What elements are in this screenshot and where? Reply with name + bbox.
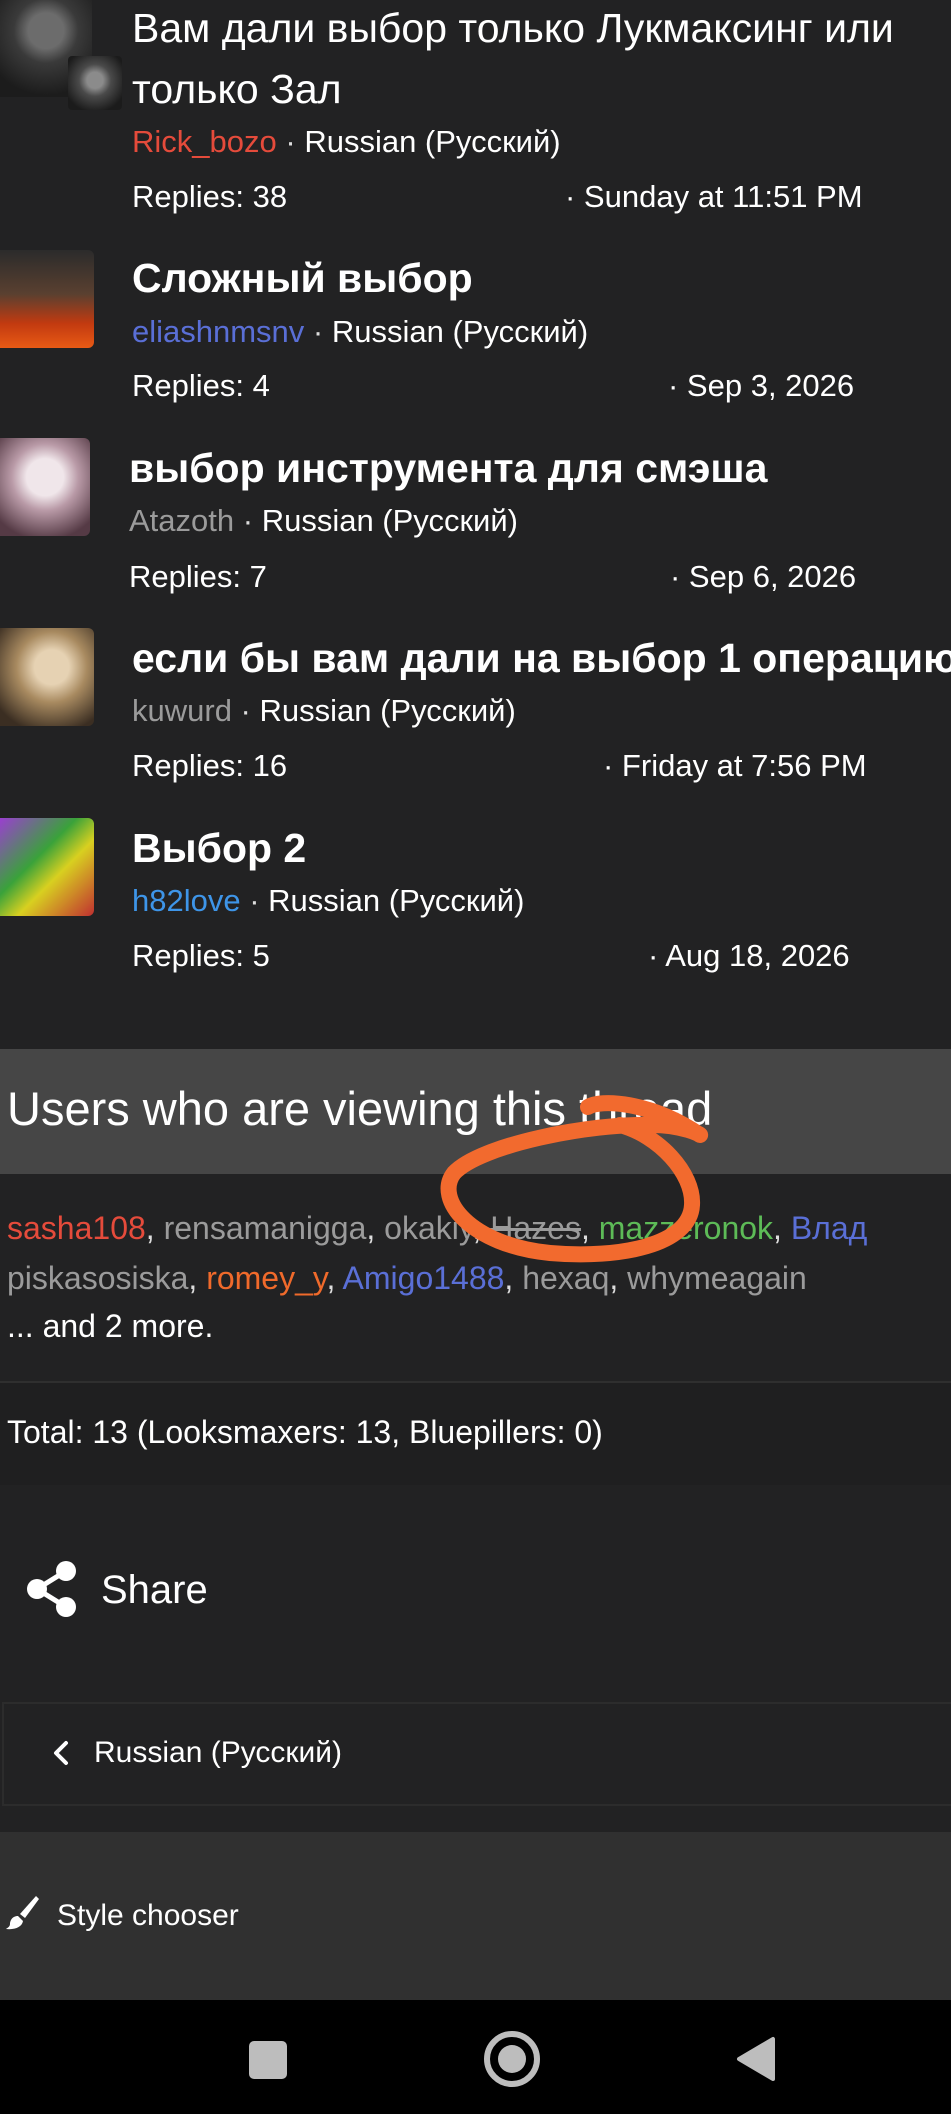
viewer-link[interactable]: whymeagain [627,1260,807,1296]
share-icon[interactable] [26,1560,78,1618]
viewers-block-header: Users who are viewing this thread [0,1049,951,1174]
viewers-line: sasha108, rensamanigga, okakiy, Hazes, m… [7,1210,868,1246]
thread-forum[interactable]: Russian (Русский) [260,693,516,728]
thread-title[interactable]: Вам дали выбор только Лукмаксинг или тол… [132,2,894,115]
thread-author[interactable]: Atazoth [129,503,234,538]
thread-replies: Replies: 38 [132,179,288,214]
thread-replies: Replies: 5 [132,938,270,973]
thread-last-post-date[interactable]: · Sep 6, 2026 [670,557,856,597]
viewers-list: sasha108, rensamanigga, okakiy, Hazes, m… [0,1174,951,1383]
thread-last-post-date[interactable]: · Sunday at 11:51 PM [565,177,863,217]
thread-item[interactable]: Вам дали выбор только Лукмаксинг или тол… [0,0,951,230]
thread-replies: Replies: 4 [132,368,270,403]
thread-author[interactable]: kuwurd [132,693,232,728]
thread-author[interactable]: Rick_bozo [132,124,277,159]
thread-replies: Replies: 16 [132,748,288,783]
viewer-link[interactable]: sasha108 [7,1210,146,1246]
avatar[interactable] [0,250,94,348]
thread-forum[interactable]: Russian (Русский) [332,314,588,349]
style-chooser-button[interactable]: Style chooser [57,1895,239,1937]
viewers-total: Total: 13 (Looksmaxers: 13, Bluepillers:… [0,1383,951,1485]
style-chooser[interactable]: Style chooser [0,1832,951,2000]
breadcrumb[interactable]: Russian (Русский) [2,1702,951,1806]
thread-last-post-date[interactable]: · Sep 3, 2026 [668,366,854,406]
triangle-back-icon[interactable] [733,2035,777,2083]
share-row[interactable]: Share [0,1485,951,1702]
thread-item[interactable]: если бы вам дали на выбор 1 операцию kuw… [0,610,951,800]
system-nav-bar [0,2000,951,2114]
thread-author[interactable]: eliashnmsnv [132,314,304,349]
square-recents-icon[interactable] [247,2039,289,2081]
viewer-link[interactable]: Amigo1488 [343,1260,505,1296]
viewers-more[interactable]: ... and 2 more. [7,1304,213,1348]
avatar[interactable] [68,56,122,110]
thread-replies: Replies: 7 [129,559,267,594]
thread-last-post-date[interactable]: · Aug 18, 2026 [648,936,850,976]
viewers-total-text: Total: 13 (Looksmaxers: 13, Bluepillers:… [7,1414,603,1450]
circle-home-icon[interactable] [483,2030,541,2088]
avatar[interactable] [0,438,90,536]
chevron-left-icon[interactable] [46,1735,76,1771]
viewer-link[interactable]: Влад [791,1210,867,1246]
viewer-link[interactable]: okakiy [384,1210,472,1246]
thread-title[interactable]: Выбор 2 [132,822,306,874]
thread-last-post-date[interactable]: · Friday at 7:56 PM [603,746,867,786]
viewer-link[interactable]: piskasosiska [7,1260,188,1296]
thread-item[interactable]: Сложный выбор eliashnmsnv · Russian (Рус… [0,230,951,420]
viewer-link[interactable]: Hazes [490,1210,581,1246]
thread-forum[interactable]: Russian (Русский) [268,883,524,918]
viewers-line: piskasosiska, romey_y, Amigo1488, hexaq,… [7,1260,807,1296]
viewer-link[interactable]: mazzeronok [599,1210,773,1246]
thread-title-line[interactable]: Вам дали выбор только Лукмаксинг или [132,2,894,54]
breadcrumb-link[interactable]: Russian (Русский) [94,1732,342,1774]
brush-icon [6,1896,39,1930]
viewers-heading: Users who are viewing this thread [7,1082,713,1135]
thread-title-line[interactable]: только Зал [132,63,894,115]
thread-forum[interactable]: Russian (Русский) [304,124,560,159]
thread-title[interactable]: если бы вам дали на выбор 1 операцию [132,632,951,684]
thread-title[interactable]: выбор инструмента для смэша [129,442,767,494]
viewer-link[interactable]: hexaq [522,1260,609,1296]
viewer-link[interactable]: rensamanigga [164,1210,367,1246]
avatar[interactable] [0,628,94,726]
share-button[interactable]: Share [101,1565,208,1615]
avatar[interactable] [0,818,94,916]
viewer-link[interactable]: romey_y [206,1260,326,1296]
thread-item[interactable]: выбор инструмента для смэша Atazoth · Ru… [0,420,951,610]
thread-author[interactable]: h82love [132,883,241,918]
thread-forum[interactable]: Russian (Русский) [262,503,518,538]
thread-item[interactable]: Выбор 2 h82love · Russian (Русский) Repl… [0,800,951,1000]
thread-title[interactable]: Сложный выбор [132,252,473,304]
